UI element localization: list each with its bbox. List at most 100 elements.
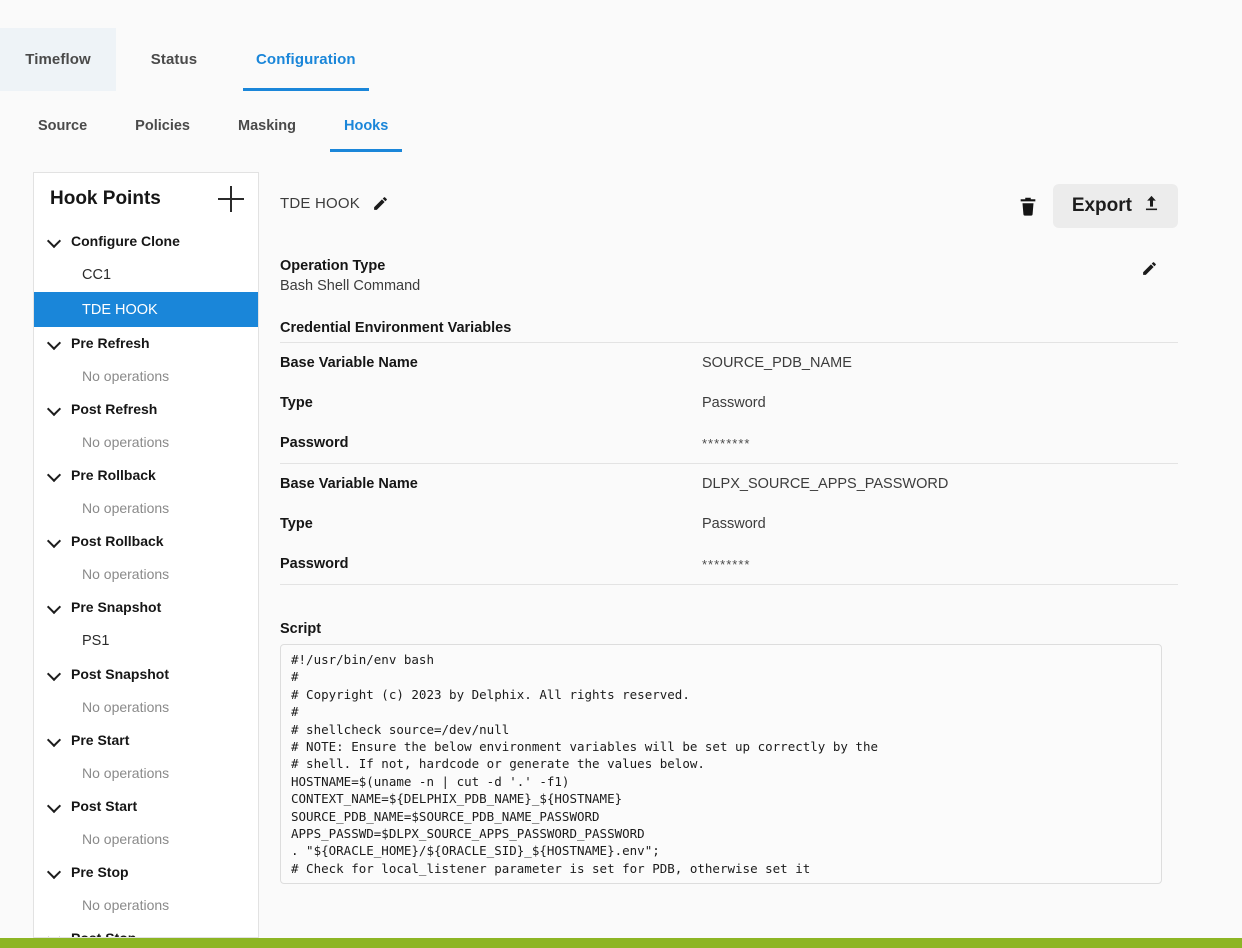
hook-point-empty-label: No operations — [34, 557, 258, 591]
hook-detail-panel: TDE HOOK Export — [280, 172, 1210, 938]
credential-key: Base Variable Name — [280, 355, 702, 371]
hook-detail-header: TDE HOOK Export — [280, 172, 1210, 234]
hook-point-group-header[interactable]: Post Rollback — [34, 525, 258, 557]
credential-block: Base Variable NameSOURCE_PDB_NAMETypePas… — [280, 342, 1178, 463]
bottom-accent-bar — [0, 938, 1242, 948]
credential-value: ******** — [702, 436, 750, 451]
credential-env-vars-title: Credential Environment Variables — [280, 320, 1178, 336]
subtab-masking[interactable]: Masking — [214, 100, 320, 152]
hook-points-list: Configure Clone CC1TDE HOOK Pre Refresh No … — [34, 225, 258, 938]
add-hook-point-icon[interactable] — [218, 186, 244, 212]
hook-point-group-label: Pre Stop — [71, 864, 129, 880]
primary-tabbar: TimeflowStatusConfiguration — [0, 28, 1242, 91]
chevron-down-icon — [48, 866, 61, 879]
hook-point-group-label: Pre Refresh — [71, 335, 150, 351]
hook-details: Operation Type Bash Shell Command Creden… — [280, 234, 1210, 884]
export-button-label: Export — [1072, 195, 1132, 217]
operation-type-value: Bash Shell Command — [280, 278, 1178, 294]
chevron-down-icon — [48, 601, 61, 614]
chevron-down-icon — [48, 800, 61, 813]
credential-row: TypePassword — [280, 504, 1178, 544]
credential-row: TypePassword — [280, 383, 1178, 423]
hook-point-group: Post Snapshot No operations — [34, 658, 258, 724]
tab-status[interactable]: Status — [116, 28, 232, 91]
chevron-down-icon — [48, 403, 61, 416]
hook-point-empty-label: No operations — [34, 888, 258, 922]
export-button[interactable]: Export — [1053, 184, 1178, 228]
hook-point-group-label: Pre Start — [71, 732, 129, 748]
credential-key: Base Variable Name — [280, 476, 702, 492]
hook-point-empty-label: No operations — [34, 756, 258, 790]
hook-point-group-header[interactable]: Configure Clone — [34, 225, 258, 257]
hook-point-group: Configure Clone CC1TDE HOOK — [34, 225, 258, 327]
hook-point-group-label: Pre Rollback — [71, 467, 156, 483]
credential-value: DLPX_SOURCE_APPS_PASSWORD — [702, 476, 948, 492]
operation-type-row: Operation Type Bash Shell Command — [280, 234, 1178, 294]
hook-title: TDE HOOK — [280, 195, 360, 212]
hook-point-group-label: Post Start — [71, 798, 137, 814]
credential-row: Base Variable NameDLPX_SOURCE_APPS_PASSW… — [280, 464, 1178, 504]
hook-point-group-header[interactable]: Pre Snapshot — [34, 591, 258, 623]
credential-key: Password — [280, 435, 702, 451]
hook-point-item[interactable]: PS1 — [34, 623, 258, 658]
hook-point-group: Pre Stop No operations — [34, 856, 258, 922]
hook-point-empty-label: No operations — [34, 359, 258, 393]
hook-point-group-header[interactable]: Pre Rollback — [34, 459, 258, 491]
secondary-tabbar: SourcePoliciesMaskingHooks — [0, 100, 1242, 152]
hook-point-item[interactable]: TDE HOOK — [34, 292, 258, 327]
upload-arrow-icon — [1142, 193, 1161, 219]
app-root: TimeflowStatusConfiguration SourcePolici… — [0, 0, 1242, 948]
hook-actions: Export — [1017, 184, 1178, 228]
hook-point-group-label: Pre Snapshot — [71, 599, 161, 615]
credential-key: Password — [280, 556, 702, 572]
chevron-down-icon — [48, 235, 61, 248]
credential-value: Password — [702, 395, 766, 411]
hook-point-group-label: Configure Clone — [71, 233, 180, 249]
hook-points-panel: Hook Points Configure CloneCC1TDE HOOKPr… — [33, 172, 259, 938]
operation-type-label: Operation Type — [280, 258, 1178, 274]
subtab-policies[interactable]: Policies — [111, 100, 214, 152]
script-textarea[interactable]: #!/usr/bin/env bash # # Copyright (c) 20… — [280, 644, 1162, 884]
delete-hook-icon[interactable] — [1017, 194, 1039, 218]
subtab-hooks[interactable]: Hooks — [320, 100, 412, 152]
hook-point-group: Pre Refresh No operations — [34, 327, 258, 393]
credential-key: Type — [280, 516, 702, 532]
hook-point-group-header[interactable]: Post Start — [34, 790, 258, 822]
hook-point-empty-label: No operations — [34, 822, 258, 856]
credential-key: Type — [280, 395, 702, 411]
hook-point-empty-label: No operations — [34, 425, 258, 459]
hook-point-group-header[interactable]: Post Refresh — [34, 393, 258, 425]
chevron-down-icon — [48, 535, 61, 548]
chevron-down-icon — [48, 337, 61, 350]
rename-hook-icon[interactable] — [372, 195, 389, 212]
hook-point-group: Post Rollback No operations — [34, 525, 258, 591]
script-label: Script — [280, 621, 1178, 637]
hook-point-group-label: Post Stop — [71, 930, 136, 938]
hook-point-empty-label: No operations — [34, 491, 258, 525]
hook-point-group: Pre Start No operations — [34, 724, 258, 790]
hook-point-group-label: Post Snapshot — [71, 666, 169, 682]
hook-point-item[interactable]: CC1 — [34, 257, 258, 292]
chevron-down-icon — [48, 668, 61, 681]
credential-row: Password******** — [280, 423, 1178, 463]
hook-point-group-header[interactable]: Post Snapshot — [34, 658, 258, 690]
hook-point-group-header[interactable]: Post Stop — [34, 922, 258, 938]
tab-configuration[interactable]: Configuration — [232, 28, 380, 91]
subtab-source[interactable]: Source — [14, 100, 111, 152]
hook-points-header: Hook Points — [34, 173, 258, 225]
credential-row: Password******** — [280, 544, 1178, 584]
hook-point-group-header[interactable]: Pre Start — [34, 724, 258, 756]
tab-timeflow[interactable]: Timeflow — [0, 28, 116, 91]
credential-value: SOURCE_PDB_NAME — [702, 355, 852, 371]
edit-operation-type-icon[interactable] — [1141, 260, 1158, 282]
credential-block: Base Variable NameDLPX_SOURCE_APPS_PASSW… — [280, 463, 1178, 585]
hook-point-empty-label: No operations — [34, 690, 258, 724]
credential-value: ******** — [702, 557, 750, 572]
hook-point-group-header[interactable]: Pre Refresh — [34, 327, 258, 359]
hook-point-group: Post Start No operations — [34, 790, 258, 856]
hook-point-group-label: Post Rollback — [71, 533, 164, 549]
hook-point-group-header[interactable]: Pre Stop — [34, 856, 258, 888]
credential-env-vars-table: Base Variable NameSOURCE_PDB_NAMETypePas… — [280, 342, 1178, 585]
hook-point-group: Pre Rollback No operations — [34, 459, 258, 525]
credential-value: Password — [702, 516, 766, 532]
